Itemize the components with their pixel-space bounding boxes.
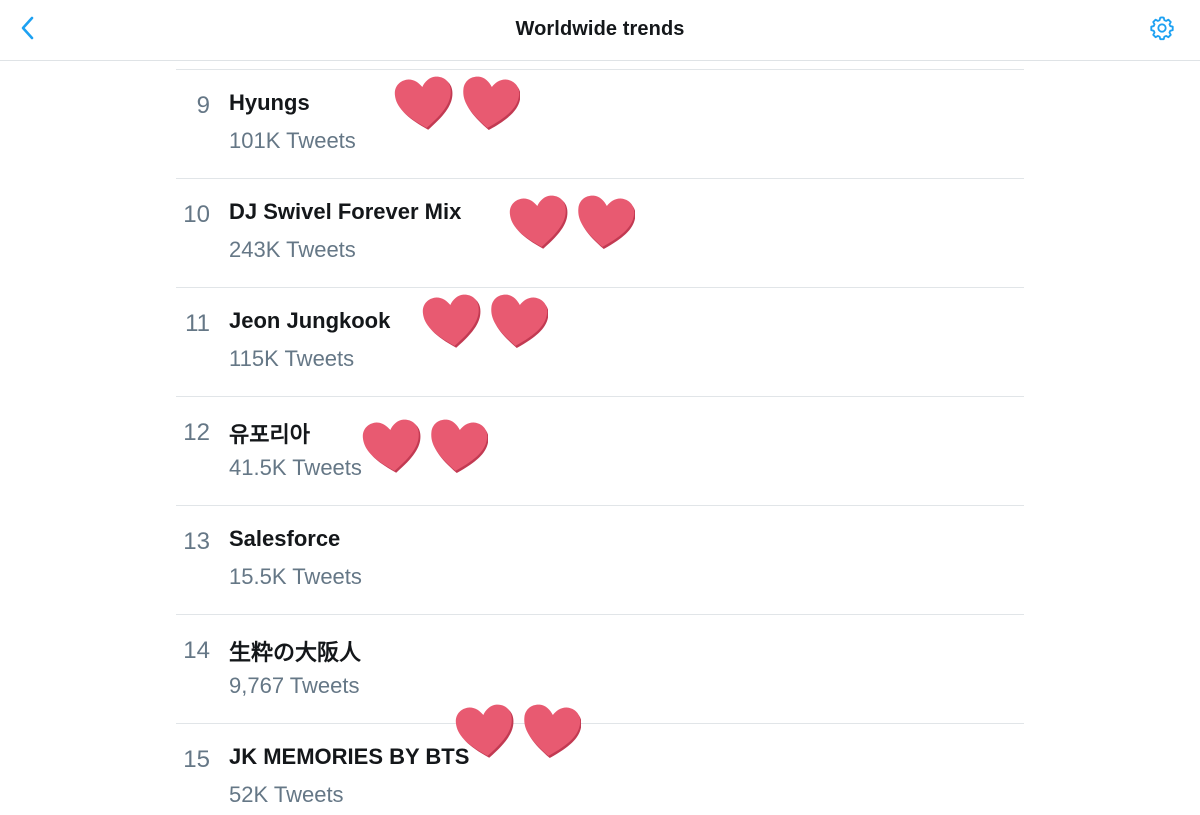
trend-tweet-count: 115K Tweets [229, 346, 355, 371]
trend-name: DJ Swivel Forever Mix [229, 199, 462, 224]
heart-icon [394, 76, 454, 132]
trend-name: Salesforce [229, 526, 341, 551]
trend-tweet-count: 101K Tweets [229, 128, 356, 153]
heart-icon [488, 294, 548, 350]
trend-row[interactable]: 14 生粋の大阪人 9,767 Tweets [176, 615, 1024, 724]
trend-tweet-count: 41.5K Tweets [229, 455, 362, 480]
trend-rank: 11 [185, 310, 210, 337]
trends-screen: Worldwide trends 9 Hyungs 101K Tweets 10… [0, 0, 1200, 815]
top-bar: Worldwide trends [0, 0, 1200, 61]
trend-name: Hyungs [229, 90, 310, 115]
trend-row[interactable]: 12 유포리아 41.5K Tweets [176, 397, 1024, 506]
trend-name: JK MEMORIES BY BTS [229, 744, 470, 769]
trend-row[interactable]: 9 Hyungs 101K Tweets [176, 70, 1024, 179]
heart-icon [428, 419, 488, 475]
trend-row[interactable]: 11 Jeon Jungkook 115K Tweets [176, 288, 1024, 397]
trend-tweet-count: 15.5K Tweets [229, 564, 362, 589]
trend-tweet-count: 9,767 Tweets [229, 673, 360, 698]
trend-rank: 9 [196, 92, 210, 119]
hearts-sticker [362, 419, 488, 475]
trend-rank: 14 [183, 637, 210, 664]
trend-rank: 10 [183, 201, 210, 228]
heart-icon [422, 294, 482, 350]
heart-icon [460, 76, 520, 132]
heart-icon [362, 419, 422, 475]
trend-row[interactable]: 15 JK MEMORIES BY BTS 52K Tweets [176, 704, 1024, 815]
page-title: Worldwide trends [515, 18, 685, 40]
trend-name: 유포리아 [229, 422, 310, 447]
trend-name: 生粋の大阪人 [229, 640, 362, 665]
heart-icon [575, 195, 635, 251]
trend-rank: 12 [183, 419, 210, 446]
trend-rank: 15 [183, 746, 210, 773]
gear-icon [1149, 15, 1175, 46]
trend-list: 9 Hyungs 101K Tweets 10 DJ Swivel Foreve… [176, 70, 1024, 815]
trend-rank: 13 [183, 528, 210, 555]
hearts-sticker [422, 294, 548, 350]
trend-row[interactable]: 13 Salesforce 15.5K Tweets [176, 506, 1024, 615]
trend-row[interactable]: 10 DJ Swivel Forever Mix 243K Tweets [176, 179, 1024, 288]
hearts-sticker [509, 195, 635, 251]
hearts-sticker [394, 76, 520, 132]
trend-tweet-count: 52K Tweets [229, 782, 344, 807]
trend-name: Jeon Jungkook [229, 308, 391, 333]
settings-button[interactable] [1146, 14, 1178, 46]
heart-icon [509, 195, 569, 251]
trend-tweet-count: 243K Tweets [229, 237, 356, 262]
